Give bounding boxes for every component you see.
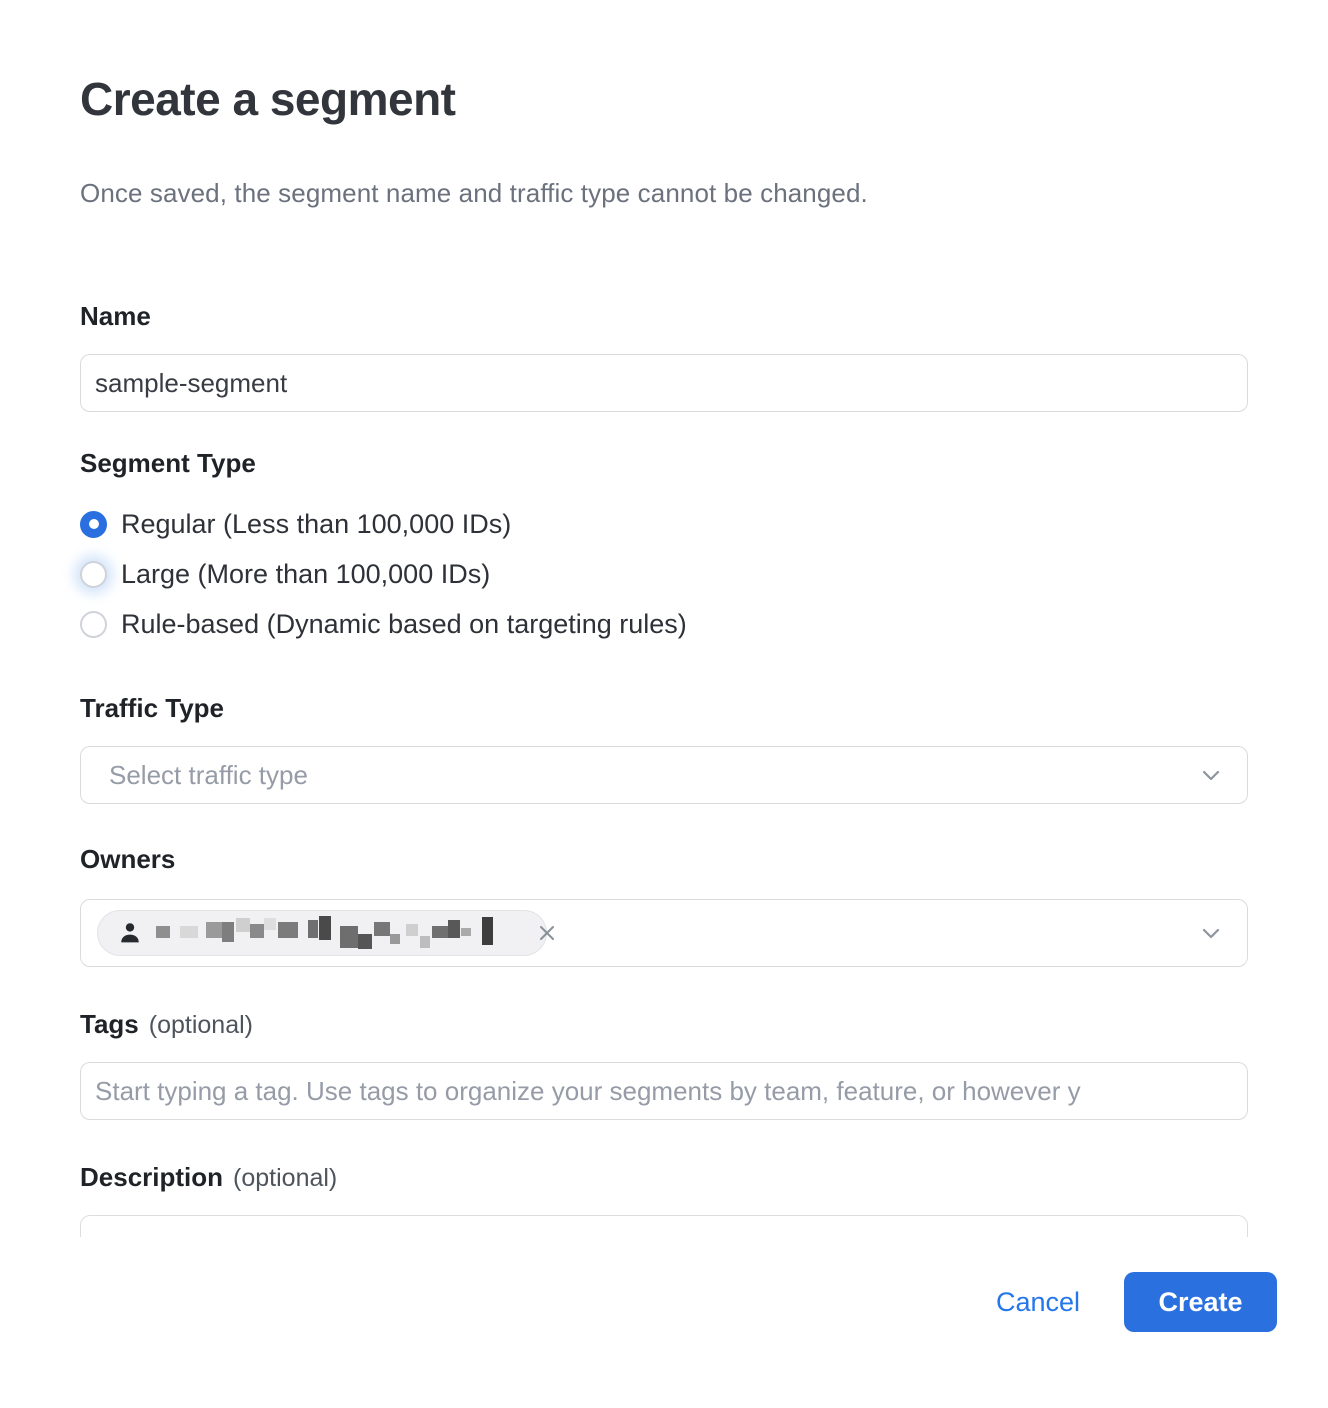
traffic-type-select[interactable]: Select traffic type — [80, 746, 1248, 804]
radio-option-large-label: Large (More than 100,000 IDs) — [121, 559, 490, 590]
chevron-down-icon — [1197, 761, 1225, 789]
description-textarea[interactable] — [80, 1215, 1248, 1237]
page-title: Create a segment — [80, 72, 1248, 126]
radio-option-regular[interactable]: Regular (Less than 100,000 IDs) — [80, 499, 1248, 549]
segment-type-radio-group: Regular (Less than 100,000 IDs) Large (M… — [80, 499, 1248, 649]
close-icon[interactable] — [530, 922, 558, 944]
description-label-text: Description — [80, 1162, 223, 1193]
create-segment-modal: Create a segment Once saved, the segment… — [80, 0, 1248, 1237]
traffic-type-placeholder: Select traffic type — [109, 760, 1197, 791]
radio-option-rule-based-label: Rule-based (Dynamic based on targeting r… — [121, 609, 687, 640]
tags-label-text: Tags — [80, 1009, 139, 1040]
radio-option-regular-label: Regular (Less than 100,000 IDs) — [121, 509, 511, 540]
radio-option-rule-based[interactable]: Rule-based (Dynamic based on targeting r… — [80, 599, 1248, 649]
radio-button-icon[interactable] — [80, 611, 107, 638]
chevron-down-icon — [1197, 919, 1225, 947]
modal-footer: Cancel Create — [996, 1272, 1277, 1332]
owners-select[interactable] — [80, 899, 1248, 967]
cancel-button[interactable]: Cancel — [996, 1287, 1080, 1318]
radio-button-icon[interactable] — [80, 561, 107, 588]
create-button[interactable]: Create — [1124, 1272, 1277, 1332]
name-label: Name — [80, 301, 1248, 332]
name-label-text: Name — [80, 301, 151, 332]
description-optional-note: (optional) — [233, 1164, 337, 1193]
radio-option-large[interactable]: Large (More than 100,000 IDs) — [80, 549, 1248, 599]
owner-name-redacted — [156, 913, 506, 953]
name-input[interactable] — [80, 354, 1248, 412]
traffic-type-label: Traffic Type — [80, 693, 1248, 724]
tags-input[interactable] — [80, 1062, 1248, 1120]
description-label: Description (optional) — [80, 1162, 1248, 1193]
page-subtitle: Once saved, the segment name and traffic… — [80, 178, 1248, 209]
traffic-type-label-text: Traffic Type — [80, 693, 224, 724]
tags-optional-note: (optional) — [149, 1011, 253, 1040]
owners-label-text: Owners — [80, 844, 175, 875]
owner-chip — [97, 910, 547, 956]
segment-type-label-text: Segment Type — [80, 448, 256, 479]
segment-type-label: Segment Type — [80, 448, 1248, 479]
radio-button-icon[interactable] — [80, 511, 107, 538]
person-icon — [116, 919, 144, 947]
tags-label: Tags (optional) — [80, 1009, 1248, 1040]
owners-label: Owners — [80, 844, 1248, 875]
